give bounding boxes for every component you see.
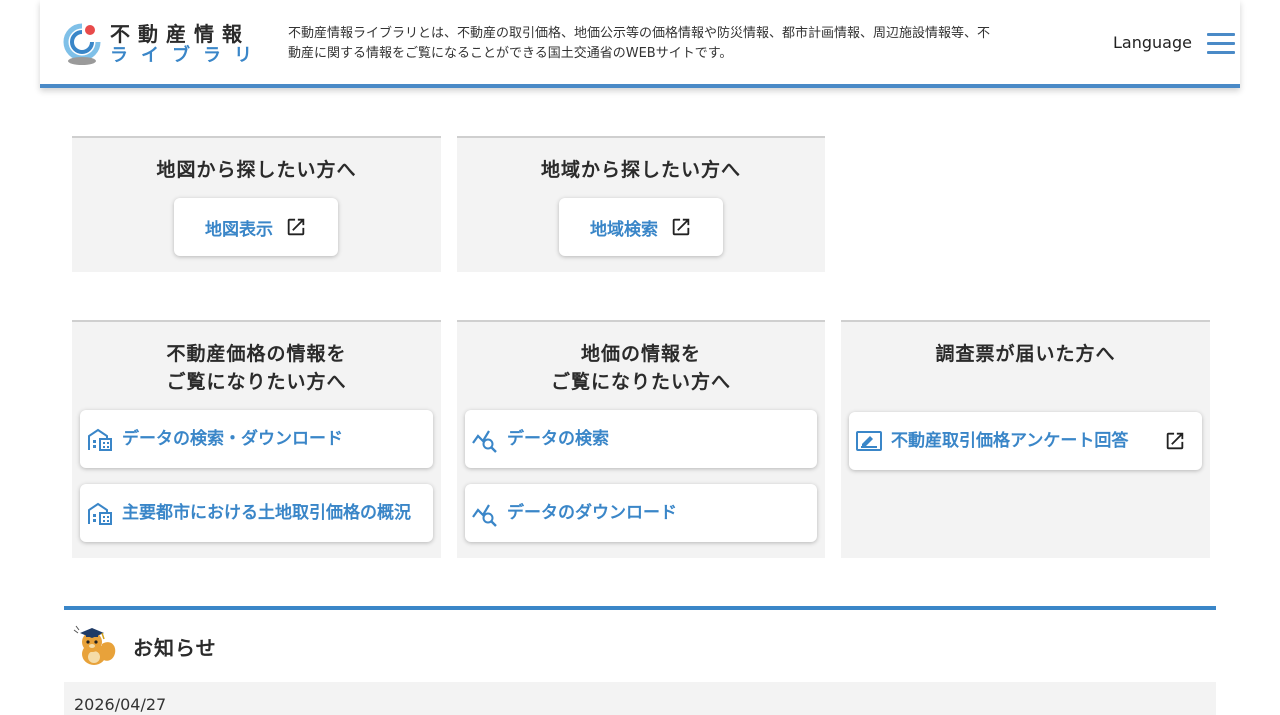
- card-map-search: 地図から探したい方へ 地図表示: [72, 136, 441, 272]
- button-label: 不動産取引価格アンケート回答: [891, 430, 1129, 451]
- card-title-line1: 地価の情報を: [580, 343, 701, 365]
- card-title: 地域から探したい方へ: [540, 159, 741, 181]
- button-label: 地域検索: [590, 219, 658, 240]
- button-label: 地図表示: [205, 219, 273, 240]
- menu-icon[interactable]: [1207, 33, 1235, 55]
- logo-line2: ライブラリ: [110, 44, 265, 66]
- button-label: データの検索: [507, 428, 609, 449]
- card-title: 調査票が届いた方へ: [935, 343, 1116, 365]
- external-link-icon: [287, 218, 305, 236]
- news-date: 2026/04/27: [74, 695, 167, 714]
- major-city-land-price-button[interactable]: 主要都市における土地取引価格の概況: [80, 484, 433, 542]
- external-link-icon: [672, 218, 690, 236]
- card-real-estate-price: 不動産価格の情報を ご覧になりたい方へ データの検索・ダウンロード 主要都市にお…: [72, 320, 441, 558]
- card-survey: 調査票が届いた方へ 不動産取引価格アンケート回答: [841, 320, 1210, 558]
- land-data-download-button[interactable]: データのダウンロード: [465, 484, 817, 542]
- card-title: 地図から探したい方へ: [156, 159, 357, 181]
- news-item[interactable]: 2026/04/27: [64, 682, 1216, 715]
- language-button[interactable]: Language: [1113, 33, 1192, 52]
- map-display-button[interactable]: 地図表示: [174, 198, 338, 256]
- chart-search-icon: [472, 504, 497, 527]
- button-label: データの検索・ダウンロード: [122, 428, 343, 449]
- card-area-search: 地域から探したい方へ 地域検索: [457, 136, 825, 272]
- news-header: お知らせ: [72, 624, 217, 668]
- chart-search-icon: [472, 430, 497, 453]
- card-title-line2: ご覧になりたい方へ: [166, 371, 347, 393]
- data-search-download-button[interactable]: データの検索・ダウンロード: [80, 410, 433, 468]
- survey-answer-button[interactable]: 不動産取引価格アンケート回答: [849, 412, 1202, 470]
- mascot-icon: [72, 624, 120, 668]
- card-title-line2: ご覧になりたい方へ: [550, 371, 731, 393]
- site-tagline: 不動産情報ライブラリとは、不動産の取引価格、地価公示等の価格情報や防災情報、都市…: [288, 26, 991, 61]
- logo-mark-icon: [62, 22, 102, 66]
- survey-form-icon: [856, 431, 882, 451]
- news-divider: [64, 606, 1216, 610]
- building-icon: [88, 502, 112, 525]
- area-search-button[interactable]: 地域検索: [559, 198, 723, 256]
- news-title: お知らせ: [133, 635, 217, 660]
- logo-line1: 不動産情報: [110, 21, 250, 46]
- card-title-line1: 不動産価格の情報を: [166, 343, 347, 365]
- button-label: 主要都市における土地取引価格の概況: [122, 502, 411, 523]
- site-logo[interactable]: 不動産情報 ライブラリ: [62, 22, 267, 66]
- card-land-price: 地価の情報を ご覧になりたい方へ データの検索 データのダウンロード: [457, 320, 825, 558]
- land-data-search-button[interactable]: データの検索: [465, 410, 817, 468]
- button-label: データのダウンロード: [507, 502, 677, 523]
- external-link-icon: [1166, 432, 1184, 450]
- building-icon: [88, 428, 112, 451]
- site-header: 不動産情報 ライブラリ 不動産情報ライブラリとは、不動産の取引価格、地価公示等の…: [40, 0, 1240, 88]
